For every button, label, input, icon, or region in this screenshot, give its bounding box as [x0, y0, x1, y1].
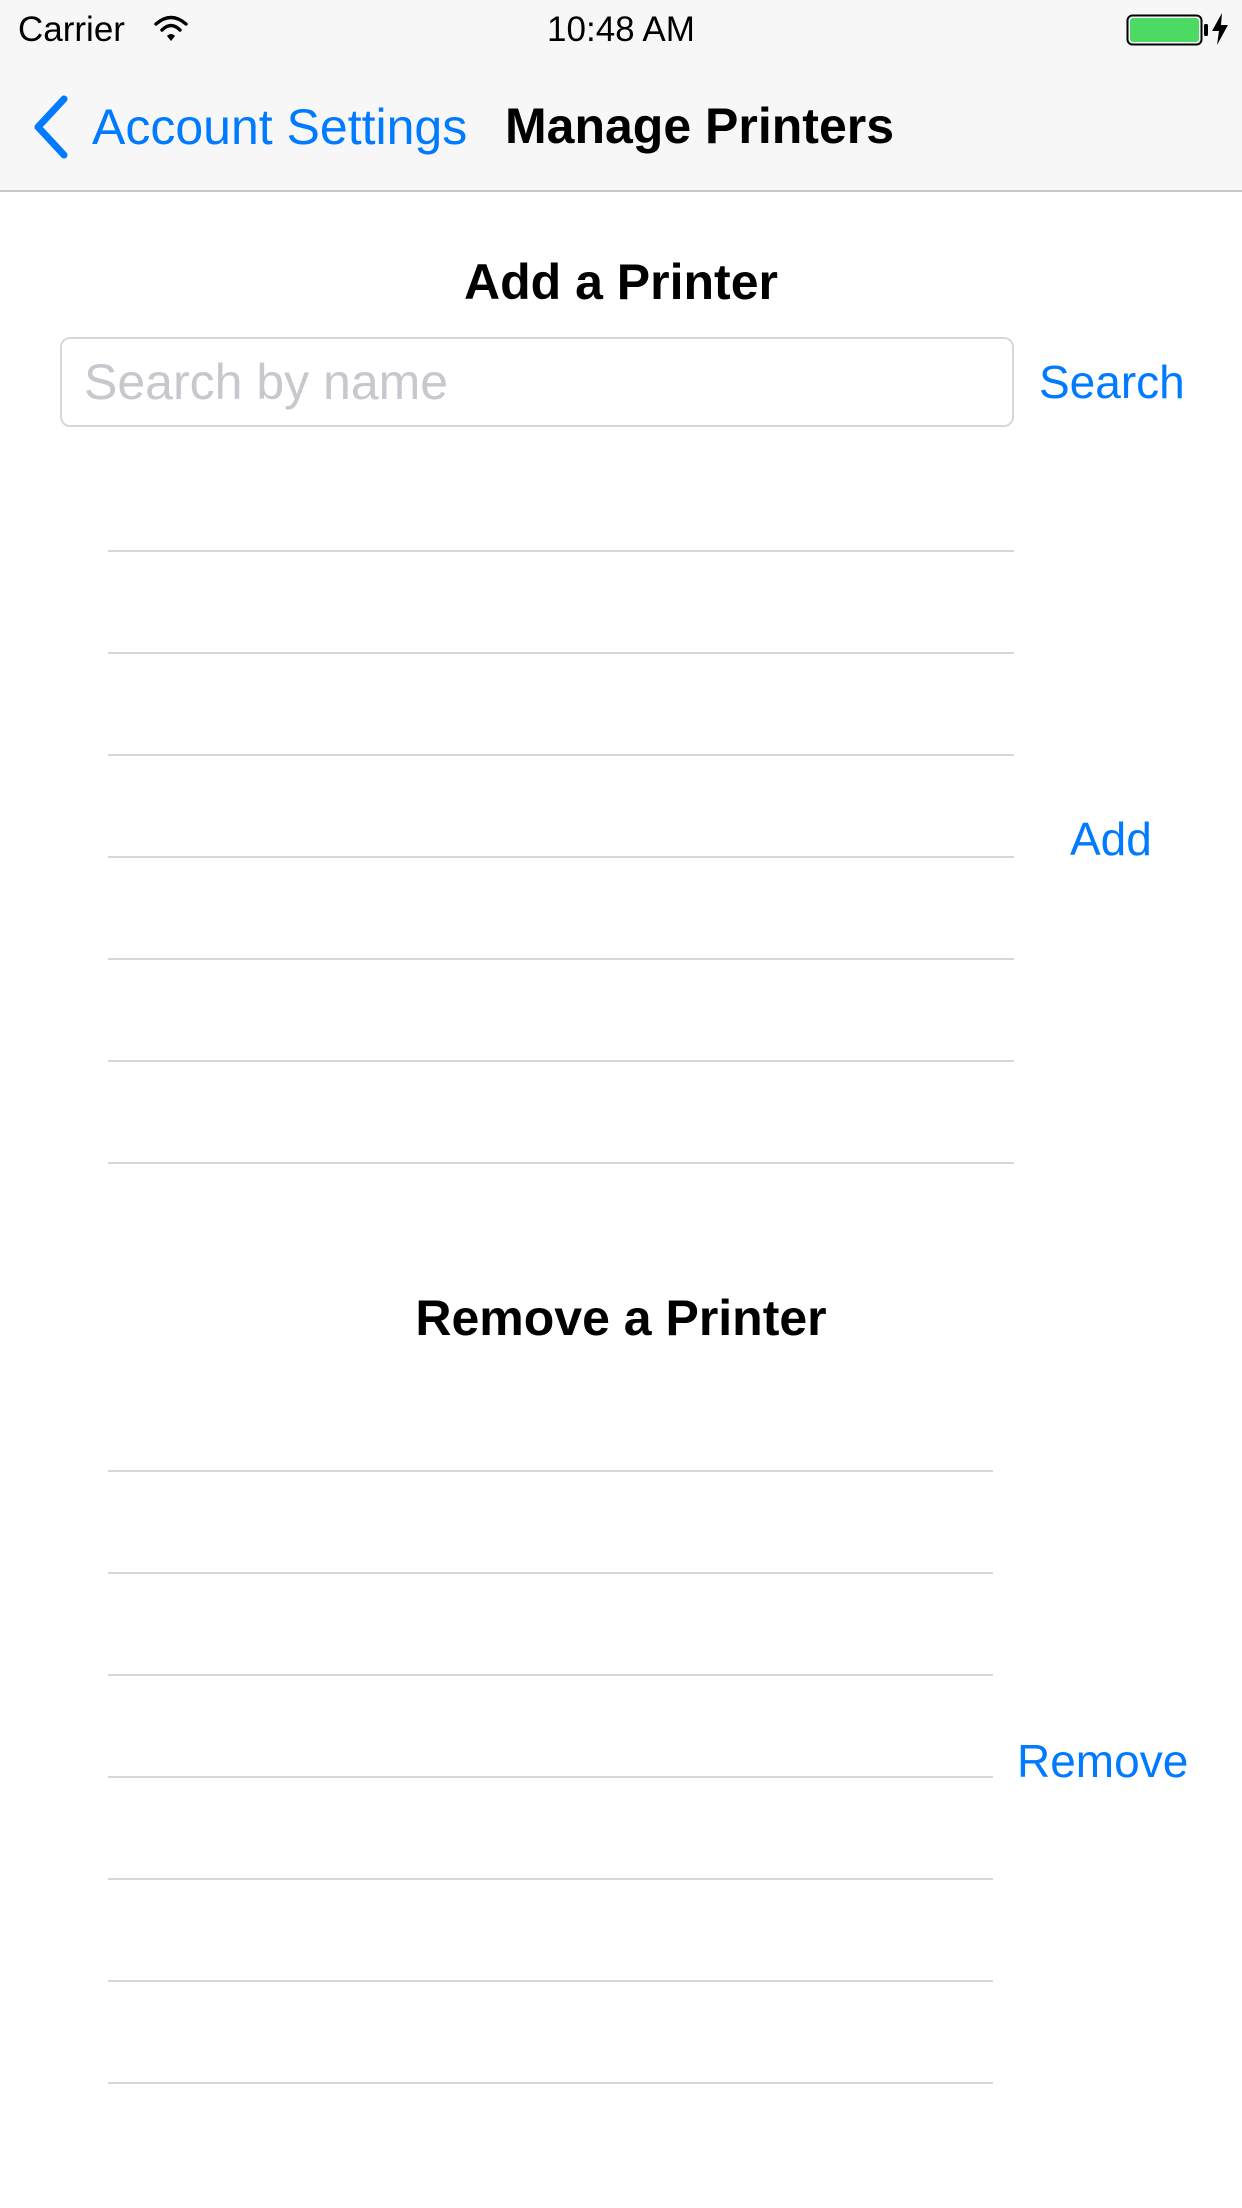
list-item[interactable] — [108, 1574, 993, 1676]
list-item[interactable] — [108, 1370, 993, 1472]
search-button[interactable]: Search — [1039, 354, 1185, 410]
list-item[interactable] — [108, 1062, 1014, 1164]
list-item[interactable] — [108, 1982, 993, 2084]
list-item[interactable] — [108, 960, 1014, 1062]
list-item[interactable] — [108, 1676, 993, 1778]
status-bar: Carrier 10:48 AM — [0, 0, 1242, 60]
list-item[interactable] — [108, 552, 1014, 654]
back-button[interactable]: Account Settings — [30, 92, 467, 162]
add-button[interactable]: Add — [1070, 811, 1152, 867]
printers-list[interactable] — [108, 1370, 993, 2084]
charging-bolt-icon — [1212, 13, 1228, 45]
page-title: Manage Printers — [505, 98, 895, 154]
remove-printer-heading: Remove a Printer — [415, 1290, 827, 1346]
list-item[interactable] — [108, 858, 1014, 960]
list-item[interactable] — [108, 654, 1014, 756]
list-item[interactable] — [108, 1472, 993, 1574]
search-results-list[interactable] — [108, 450, 1014, 1164]
list-item[interactable] — [108, 756, 1014, 858]
list-item[interactable] — [108, 1778, 993, 1880]
list-item[interactable] — [108, 1880, 993, 1982]
back-button-label: Account Settings — [92, 99, 468, 155]
navigation-bar: Account Settings Manage Printers — [0, 60, 1242, 192]
status-time: 10:48 AM — [547, 10, 695, 49]
add-printer-heading: Add a Printer — [464, 254, 778, 310]
list-item[interactable] — [108, 450, 1014, 552]
manage-printers-screen: Carrier 10:48 AM Account Settings Manage… — [0, 0, 1242, 2208]
chevron-left-icon — [34, 95, 68, 159]
battery-icon — [1126, 14, 1208, 46]
remove-button[interactable]: Remove — [1017, 1733, 1188, 1789]
search-input[interactable] — [60, 337, 1014, 427]
